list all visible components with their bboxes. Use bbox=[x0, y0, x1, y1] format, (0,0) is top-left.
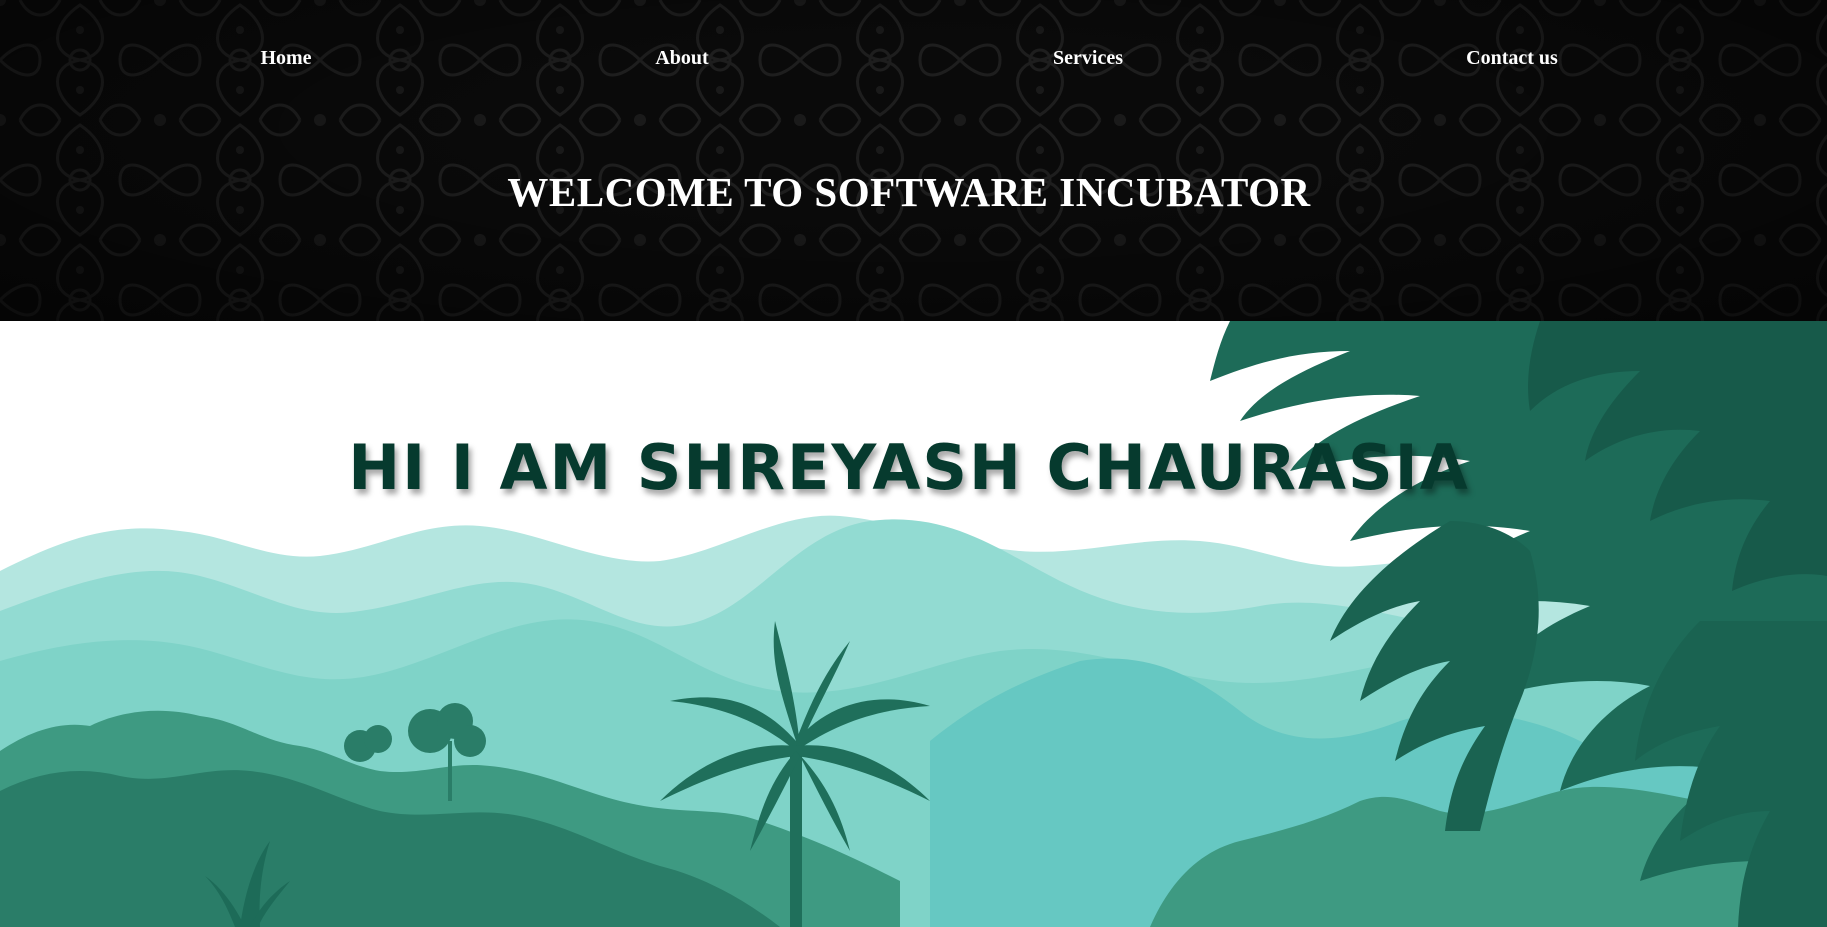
site-header: Home About Services Contact us WELCOME T… bbox=[0, 0, 1827, 321]
nav-home-link[interactable]: Home bbox=[260, 47, 311, 70]
jungle-landscape-illustration bbox=[0, 321, 1827, 927]
hero-name-heading: HI I AM SHREYASH CHAURASIA bbox=[348, 431, 1470, 504]
nav-contact-link[interactable]: Contact us bbox=[1466, 47, 1558, 70]
nav-about-link[interactable]: About bbox=[655, 47, 708, 70]
welcome-heading-text: WELCOME TO SOFTWARE INCUBATOR bbox=[507, 169, 1311, 215]
hero-section: HI I AM SHREYASH CHAURASIA bbox=[0, 321, 1827, 927]
nav-services-link[interactable]: Services bbox=[1053, 47, 1123, 70]
